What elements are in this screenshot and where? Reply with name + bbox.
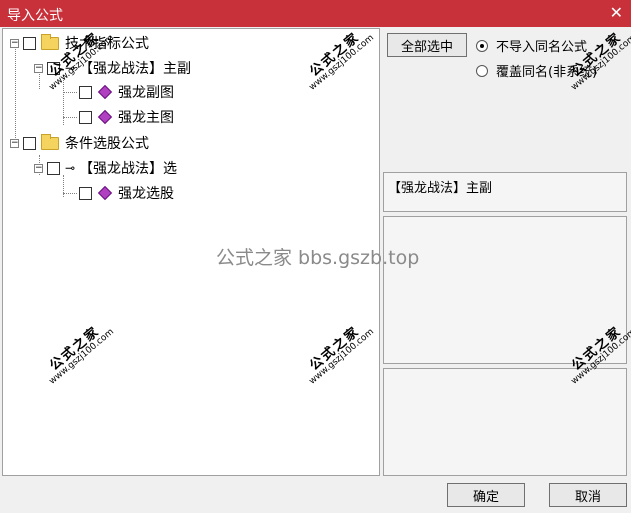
radio-selected-icon[interactable] bbox=[476, 39, 488, 52]
tree-node-label: 【强龙战法】主副 bbox=[79, 61, 192, 77]
collapse-icon[interactable]: − bbox=[34, 163, 43, 173]
collapse-icon[interactable]: − bbox=[10, 38, 19, 48]
collapse-icon[interactable]: − bbox=[34, 63, 43, 73]
window-title: 导入公式 bbox=[7, 8, 63, 24]
cancel-button[interactable]: 取消 bbox=[549, 483, 627, 507]
radio-label: 不导入同名公式 bbox=[496, 40, 588, 55]
tree-connector bbox=[63, 116, 77, 118]
checkbox[interactable] bbox=[47, 161, 60, 175]
tree-connector bbox=[63, 192, 77, 194]
checkbox[interactable] bbox=[23, 36, 36, 50]
tree-node-formula[interactable]: − ⊸ 【强龙战法】选 bbox=[34, 157, 177, 179]
tree-node-stock-selection[interactable]: − 条件选股公式 bbox=[10, 132, 149, 154]
formula-name: 【强龙战法】主副 bbox=[388, 181, 493, 196]
formula-gem-icon bbox=[97, 109, 113, 125]
tree-connector bbox=[63, 91, 77, 93]
radio-no-import[interactable]: 不导入同名公式 bbox=[476, 36, 587, 55]
close-icon[interactable]: ✕ bbox=[610, 3, 623, 22]
checkbox[interactable] bbox=[79, 85, 92, 99]
select-all-button[interactable]: 全部选中 bbox=[387, 33, 467, 57]
radio-unselected-icon[interactable] bbox=[476, 64, 488, 77]
ok-button[interactable]: 确定 bbox=[447, 483, 525, 507]
tree-node-leaf[interactable]: 强龙选股 bbox=[63, 182, 174, 204]
tree-node-label: 强龙主图 bbox=[118, 110, 174, 126]
tree-node-label: 强龙副图 bbox=[118, 85, 174, 101]
formula-description-box[interactable] bbox=[383, 216, 627, 364]
watermark-logo: 公式之家 www.gszj100.com bbox=[569, 29, 631, 93]
formula-gem-icon bbox=[97, 84, 113, 100]
title-bar: 导入公式 ✕ bbox=[0, 0, 631, 27]
folder-icon bbox=[41, 33, 59, 50]
tree-node-label: 【强龙战法】选 bbox=[79, 161, 178, 177]
formula-gem-icon bbox=[97, 185, 113, 201]
tree-connector bbox=[15, 46, 16, 146]
checkbox[interactable] bbox=[23, 136, 36, 150]
tree-node-leaf[interactable]: 强龙副图 bbox=[63, 81, 174, 103]
formula-name-box: 【强龙战法】主副 bbox=[383, 172, 627, 212]
checkbox[interactable] bbox=[79, 186, 92, 200]
collapse-icon[interactable]: − bbox=[10, 138, 19, 148]
formula-params-box[interactable] bbox=[383, 368, 627, 476]
tree-node-label: 条件选股公式 bbox=[65, 136, 149, 152]
watermark-text: 公式之家 bbs.gszb.top bbox=[216, 247, 420, 269]
key-icon: ⊸ bbox=[65, 161, 76, 175]
folder-icon bbox=[41, 133, 59, 150]
tree-node-label: 强龙选股 bbox=[118, 186, 174, 202]
tree-node-leaf[interactable]: 强龙主图 bbox=[63, 106, 174, 128]
checkbox[interactable] bbox=[79, 110, 92, 124]
